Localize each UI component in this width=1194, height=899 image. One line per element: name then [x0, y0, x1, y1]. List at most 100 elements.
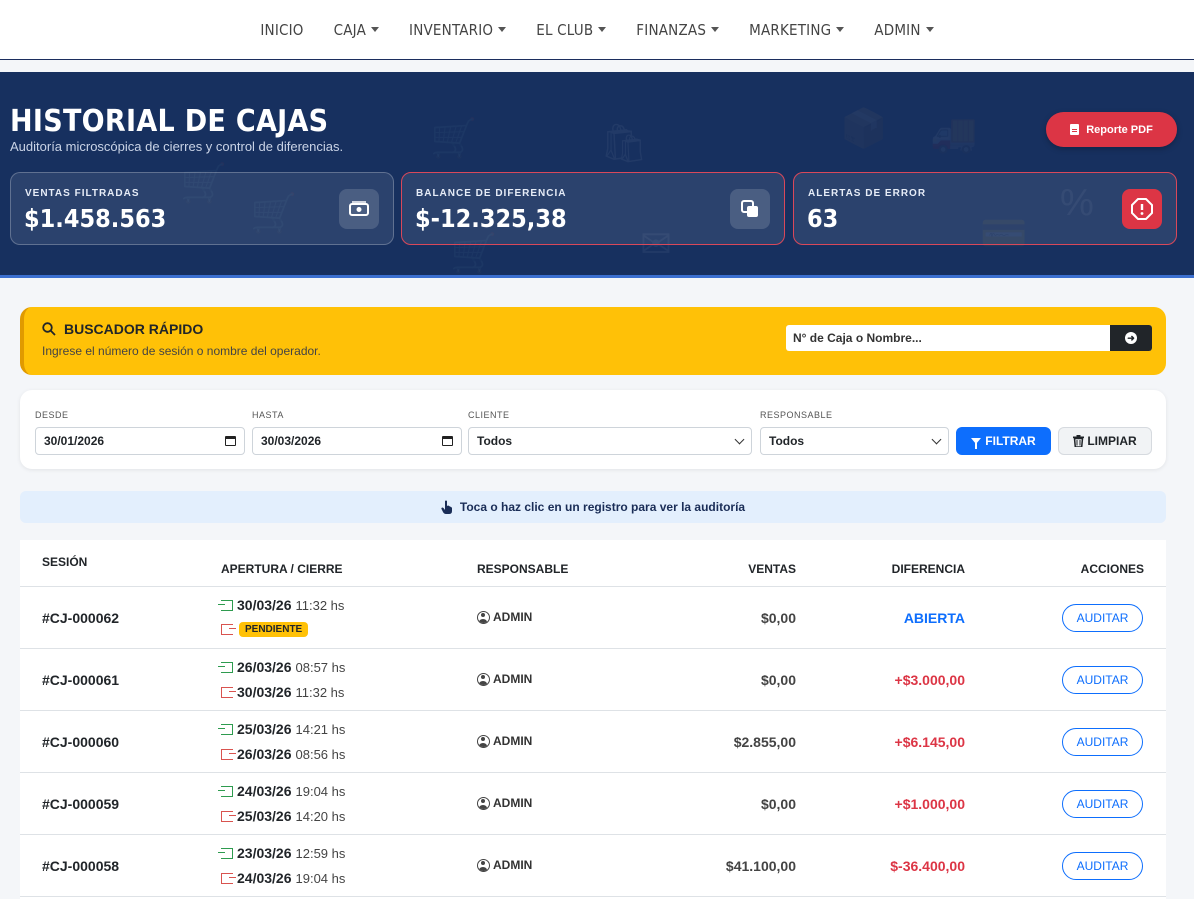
alert-icon: [1122, 189, 1162, 229]
open-date: 30/03/26: [237, 597, 292, 613]
close-date: 25/03/26: [237, 808, 292, 824]
open-date: 25/03/26: [237, 721, 292, 737]
nav-item-label: MARKETING: [749, 20, 832, 39]
close-date: 24/03/26: [237, 870, 292, 886]
page-header: 🛒 🛍 📦 🚚 % 💳 ✉ 🛒 🛒 🛒 HISTORIAL DE CAJAS A…: [0, 72, 1194, 278]
col-header-responsable: RESPONSABLE: [477, 562, 569, 576]
search-icon: [42, 322, 56, 336]
sign-in-icon: [218, 723, 233, 735]
stat-card-alertas: ALERTAS DE ERROR 63: [793, 172, 1177, 245]
col-header-acciones: ACCIONES: [1080, 562, 1144, 576]
auditar-button[interactable]: AUDITAR: [1062, 666, 1143, 694]
col-header-sesion: SESIÓN: [42, 555, 88, 569]
filtrar-button[interactable]: FILTRAR: [956, 427, 1051, 455]
table-row[interactable]: #CJ-000060 25/03/26 14:21 hs 26/03/26 08:…: [20, 711, 1166, 773]
calendar-icon[interactable]: [442, 436, 453, 446]
responsible: ADMIN: [477, 796, 532, 810]
caret-down-icon: [498, 27, 507, 32]
difference-amount: ABIERTA: [903, 610, 965, 626]
nav-item-inventario[interactable]: INVENTARIO: [394, 21, 521, 39]
open-datetime: 25/03/26 14:21 hs: [218, 721, 345, 737]
open-datetime: 23/03/26 12:59 hs: [218, 845, 345, 861]
col-header-ventas: VENTAS: [748, 562, 796, 576]
nav-item-marketing[interactable]: MARKETING: [734, 21, 859, 39]
table-row[interactable]: #CJ-000058 23/03/26 12:59 hs 24/03/26 19:…: [20, 835, 1166, 897]
table-row[interactable]: #CJ-000061 26/03/26 08:57 hs 30/03/26 11:…: [20, 649, 1166, 711]
close-time: 08:56 hs: [295, 746, 346, 762]
nav-item-label: INVENTARIO: [409, 20, 494, 39]
sales-amount: $0,00: [760, 796, 796, 812]
chevron-down-icon: [931, 434, 942, 444]
trash-icon: [1073, 435, 1085, 447]
file-pdf-icon: [1070, 124, 1080, 135]
close-time: 14:20 hs: [295, 808, 346, 824]
close-date: 26/03/26: [237, 746, 292, 762]
limpiar-label: LIMPIAR: [1087, 434, 1137, 448]
cash-history-table: SESIÓN APERTURA / CIERRE RESPONSABLE VEN…: [20, 540, 1166, 899]
close-datetime: 24/03/26 19:04 hs: [221, 870, 345, 886]
col-header-diferencia: DIFERENCIA: [891, 562, 965, 576]
session-id: #CJ-000059: [42, 796, 120, 812]
filter-icon: [971, 438, 982, 449]
pdf-report-button[interactable]: Reporte PDF: [1046, 112, 1177, 147]
pdf-report-label: Reporte PDF: [1086, 123, 1153, 136]
quick-search-subtitle: Ingrese el número de sesión o nombre del…: [42, 344, 321, 358]
desde-value: 30/01/2026: [44, 434, 105, 448]
quick-search-go-button[interactable]: ➜: [1110, 325, 1152, 351]
desde-date-input[interactable]: 30/01/2026: [35, 427, 245, 455]
close-time: 19:04 hs: [295, 870, 346, 886]
money-icon: [339, 189, 379, 229]
close-time: 11:32 hs: [295, 684, 345, 700]
hasta-date-input[interactable]: 30/03/2026: [252, 427, 462, 455]
cliente-select[interactable]: Todos: [468, 427, 752, 455]
limpiar-button[interactable]: LIMPIAR: [1058, 427, 1152, 455]
auditar-button[interactable]: AUDITAR: [1062, 728, 1143, 756]
sign-out-icon: [221, 872, 236, 884]
session-id: #CJ-000061: [42, 672, 120, 688]
responsable-select[interactable]: Todos: [760, 427, 949, 455]
filtrar-label: FILTRAR: [985, 434, 1036, 448]
nav-item-finanzas[interactable]: FINANZAS: [621, 21, 734, 39]
sign-in-icon: [218, 599, 233, 611]
auditar-button[interactable]: AUDITAR: [1062, 790, 1143, 818]
sales-amount: $0,00: [760, 610, 796, 626]
sign-in-icon: [218, 785, 233, 797]
session-id: #CJ-000058: [42, 858, 120, 874]
nav-item-caja[interactable]: CAJA: [319, 21, 394, 39]
table-row[interactable]: #CJ-000059 24/03/26 19:04 hs 25/03/26 14:…: [20, 773, 1166, 835]
nav-item-inicio[interactable]: INICIO: [245, 21, 318, 39]
difference-amount: +$1.000,00: [894, 796, 965, 812]
close-datetime: PENDIENTE: [221, 622, 309, 637]
open-date: 26/03/26: [237, 659, 292, 675]
user-circle-icon: [477, 858, 490, 872]
status-badge: PENDIENTE: [239, 622, 309, 637]
quick-search-input[interactable]: [786, 325, 1110, 351]
auditar-button[interactable]: AUDITAR: [1062, 604, 1143, 632]
responsable-value: Todos: [769, 434, 805, 448]
cliente-label: CLIENTE: [468, 410, 510, 420]
calendar-icon[interactable]: [225, 436, 236, 446]
table-row[interactable]: #CJ-000062 30/03/26 11:32 hs PENDIENTE A…: [20, 587, 1166, 649]
auditar-button[interactable]: AUDITAR: [1062, 852, 1143, 880]
nav-item-el-club[interactable]: EL CLUB: [521, 21, 621, 39]
hand-pointer-icon: [441, 500, 452, 514]
close-datetime: 26/03/26 08:56 hs: [221, 746, 345, 762]
nav-item-label: EL CLUB: [536, 20, 594, 39]
responsible: ADMIN: [477, 734, 532, 748]
nav-item-admin[interactable]: ADMIN: [859, 21, 948, 39]
caret-down-icon: [371, 27, 380, 32]
nav-item-label: FINANZAS: [636, 20, 707, 39]
open-time: 08:57 hs: [295, 659, 346, 675]
cliente-value: Todos: [477, 434, 513, 448]
nav-item-label: ADMIN: [874, 20, 921, 39]
user-circle-icon: [477, 796, 490, 810]
nav-item-label: INICIO: [260, 20, 304, 39]
desde-label: DESDE: [35, 410, 69, 420]
sign-in-icon: [218, 661, 233, 673]
audit-hint-text: Toca o haz clic en un registro para ver …: [459, 500, 746, 514]
responsible: ADMIN: [477, 858, 532, 872]
arrow-right-icon: ➜: [1125, 332, 1137, 344]
quick-search-title: BUSCADOR RÁPIDO: [64, 321, 204, 337]
close-datetime: 25/03/26 14:20 hs: [221, 808, 345, 824]
sales-amount: $41.100,00: [725, 858, 796, 874]
